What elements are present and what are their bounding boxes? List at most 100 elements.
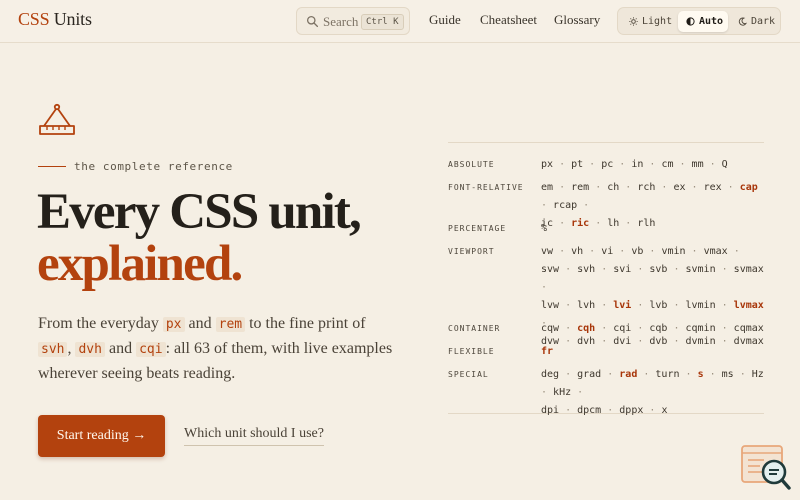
unit-link[interactable]: cqb [649, 323, 667, 334]
unit-link[interactable]: cqmax [734, 323, 764, 334]
unit-link[interactable]: vmax [704, 246, 728, 257]
unit-link[interactable]: cap [740, 182, 758, 193]
unit-link[interactable]: cm [661, 159, 673, 170]
unit-separator: · [643, 405, 662, 416]
unit-separator: · [667, 300, 686, 311]
unit-separator: · [685, 246, 704, 257]
unit-category-label: ABSOLUTE [448, 160, 495, 169]
which-unit-link[interactable]: Which unit should I use? [184, 426, 324, 446]
unit-link[interactable]: ms [722, 369, 734, 380]
unit-link[interactable]: dpcm [577, 405, 601, 416]
unit-link[interactable]: deg [541, 369, 559, 380]
moon-icon [738, 17, 747, 26]
unit-link[interactable]: pt [571, 159, 583, 170]
unit-link[interactable]: % [541, 223, 547, 234]
unit-category-label: FLEXIBLE [448, 347, 495, 356]
unit-link[interactable]: rex [704, 182, 722, 193]
search-label: Search [323, 14, 359, 29]
unit-link[interactable]: cqi [613, 323, 631, 334]
search-docs-icon[interactable] [740, 444, 792, 492]
unit-separator: · [559, 369, 578, 380]
unit-separator: · [727, 246, 740, 257]
kicker-rule [38, 166, 66, 167]
theme-dark-button[interactable]: Dark [730, 11, 778, 32]
unit-link[interactable]: vmin [661, 246, 685, 257]
unit-link[interactable]: in [631, 159, 643, 170]
unit-separator: · [541, 200, 554, 211]
unit-link[interactable]: em [541, 182, 553, 193]
unit-link[interactable]: rcap [553, 200, 577, 211]
unit-link[interactable]: ch [607, 182, 619, 193]
unit-link[interactable]: svb [649, 264, 667, 275]
unit-link[interactable]: rch [637, 182, 655, 193]
unit-link[interactable]: kHz [553, 387, 571, 398]
unit-link[interactable]: lvh [577, 300, 595, 311]
unit-link[interactable]: lvmax [734, 300, 764, 311]
unit-link[interactable]: cqh [577, 323, 595, 334]
unit-separator: · [595, 264, 614, 275]
unit-link[interactable]: svw [541, 264, 559, 275]
search-button[interactable]: Search Ctrl K [296, 7, 410, 35]
nav-guide[interactable]: Guide [429, 12, 461, 28]
start-reading-button[interactable]: Start reading → [38, 415, 165, 457]
unit-separator: · [715, 264, 734, 275]
unit-separator: · [667, 323, 686, 334]
unit-link[interactable]: grad [577, 369, 601, 380]
unit-link[interactable]: svh [577, 264, 595, 275]
unit-separator: · [643, 159, 662, 170]
unit-category-label: SPECIAL [448, 370, 489, 379]
unit-row: % [541, 220, 767, 238]
unit-link[interactable]: lvi [613, 300, 631, 311]
unit-link[interactable]: svi [613, 264, 631, 275]
unit-separator: · [541, 282, 548, 293]
unit-link[interactable]: vh [571, 246, 583, 257]
unit-separator: · [601, 369, 620, 380]
logo-units: Units [53, 9, 92, 29]
theme-dark-label: Dark [751, 16, 776, 27]
unit-link[interactable]: lvmin [686, 300, 716, 311]
unit-separator: · [631, 264, 650, 275]
unit-link[interactable]: vb [631, 246, 643, 257]
unit-link[interactable]: svmin [686, 264, 716, 275]
unit-separator: · [559, 405, 578, 416]
unit-link[interactable]: Q [722, 159, 728, 170]
hero-kicker: the complete reference [74, 160, 233, 173]
unit-row: deg · grad · rad · turn · s · ms · Hz · … [541, 366, 767, 402]
unit-link[interactable]: dpi [541, 405, 559, 416]
unit-link[interactable]: x [661, 405, 667, 416]
unit-link[interactable]: vi [601, 246, 613, 257]
theme-switcher: Light Auto Dark [617, 7, 781, 35]
site-header: CSS Units Search Ctrl K Guide Cheatsheet… [0, 0, 800, 43]
lead-text: and [104, 340, 137, 357]
unit-link[interactable]: dppx [619, 405, 643, 416]
unit-separator: · [559, 264, 578, 275]
unit-link[interactable]: Hz [752, 369, 764, 380]
unit-link[interactable]: mm [692, 159, 704, 170]
unit-link[interactable]: svmax [734, 264, 764, 275]
nav-glossary[interactable]: Glossary [554, 12, 600, 28]
theme-auto-button[interactable]: Auto [678, 11, 728, 32]
unit-separator: · [673, 159, 692, 170]
unit-link[interactable]: vw [541, 246, 553, 257]
site-logo[interactable]: CSS Units [18, 9, 92, 30]
unit-separator: · [571, 387, 584, 398]
unit-separator: · [643, 246, 662, 257]
half-circle-icon [686, 17, 695, 26]
unit-separator: · [541, 387, 554, 398]
theme-light-button[interactable]: Light [621, 11, 675, 32]
lead-code-px: px [162, 317, 185, 332]
unit-link[interactable]: pc [601, 159, 613, 170]
unit-link[interactable]: cqmin [686, 323, 716, 334]
unit-separator: · [703, 159, 722, 170]
unit-link[interactable]: fr [541, 346, 553, 357]
unit-link[interactable]: ex [673, 182, 685, 193]
unit-link[interactable]: px [541, 159, 553, 170]
unit-link[interactable]: cqw [541, 323, 559, 334]
nav-cheatsheet[interactable]: Cheatsheet [480, 12, 537, 28]
unit-link[interactable]: rad [619, 369, 637, 380]
unit-link[interactable]: lvw [541, 300, 559, 311]
unit-category-label: PERCENTAGE [448, 224, 507, 233]
unit-link[interactable]: rem [571, 182, 589, 193]
unit-link[interactable]: lvb [649, 300, 667, 311]
unit-link[interactable]: turn [655, 369, 679, 380]
